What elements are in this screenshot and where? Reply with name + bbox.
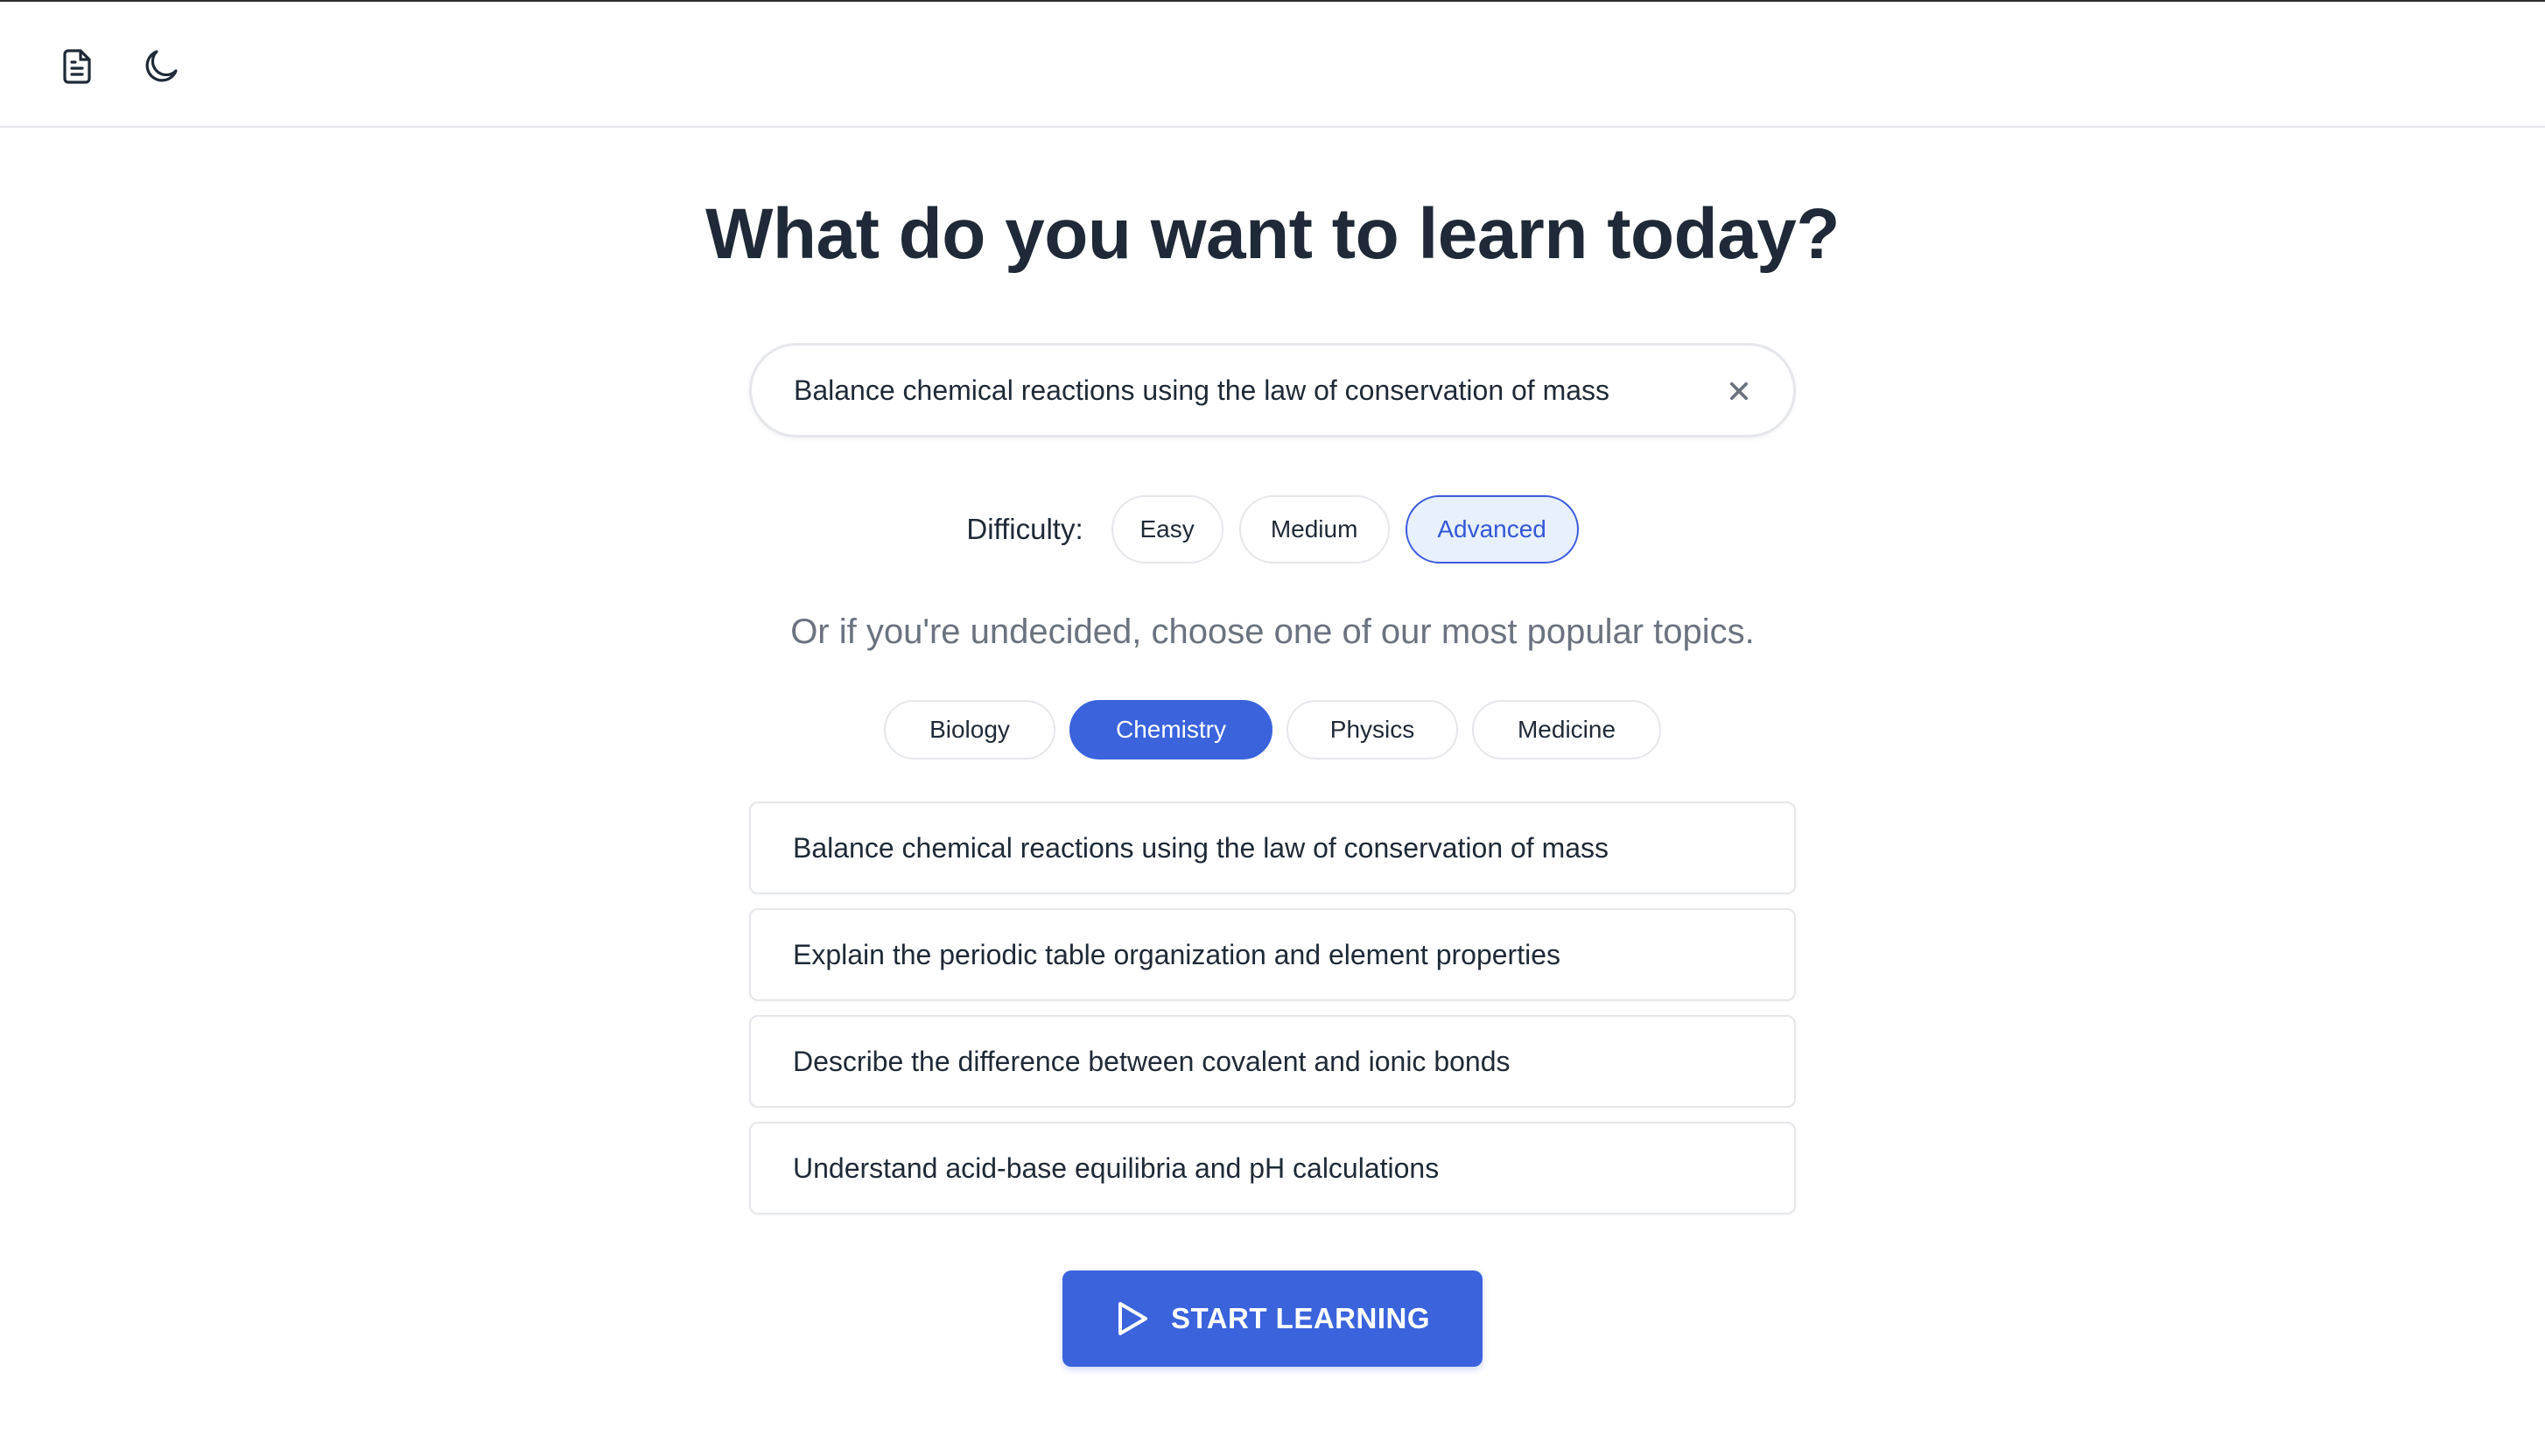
page-title: What do you want to learn today? (705, 194, 1840, 274)
top-bar (0, 2, 2545, 128)
topic-physics-button[interactable]: Physics (1287, 700, 1458, 760)
topic-search-box (749, 343, 1796, 438)
suggestion-list: Balance chemical reactions using the law… (749, 802, 1796, 1228)
document-icon[interactable] (51, 40, 103, 93)
suggestion-item[interactable]: Understand acid-base equilibria and pH c… (749, 1122, 1796, 1214)
difficulty-label: Difficulty: (966, 513, 1083, 545)
difficulty-advanced-button[interactable]: Advanced (1405, 495, 1579, 564)
topic-biology-button[interactable]: Biology (884, 700, 1055, 760)
suggestion-item[interactable]: Explain the periodic table organization … (749, 908, 1796, 1001)
topic-input[interactable] (794, 346, 1669, 435)
suggestion-item[interactable]: Describe the difference between covalent… (749, 1015, 1796, 1108)
topic-chemistry-button[interactable]: Chemistry (1069, 700, 1272, 760)
play-icon (1118, 1302, 1147, 1335)
clear-icon[interactable] (1720, 372, 1758, 410)
difficulty-medium-button[interactable]: Medium (1238, 495, 1390, 564)
difficulty-easy-button[interactable]: Easy (1111, 495, 1223, 564)
topic-medicine-button[interactable]: Medicine (1472, 700, 1661, 760)
start-learning-label: START LEARNING (1170, 1302, 1431, 1334)
difficulty-selector: Difficulty: Easy Medium Advanced (0, 495, 2545, 564)
moon-icon[interactable] (135, 40, 187, 93)
topic-filter-tabs: Biology Chemistry Physics Medicine (0, 700, 2545, 760)
start-learning-button[interactable]: START LEARNING (1062, 1270, 1483, 1367)
popular-topics-prompt: Or if you're undecided, choose one of ou… (790, 612, 1755, 651)
suggestion-item[interactable]: Balance chemical reactions using the law… (749, 802, 1796, 894)
